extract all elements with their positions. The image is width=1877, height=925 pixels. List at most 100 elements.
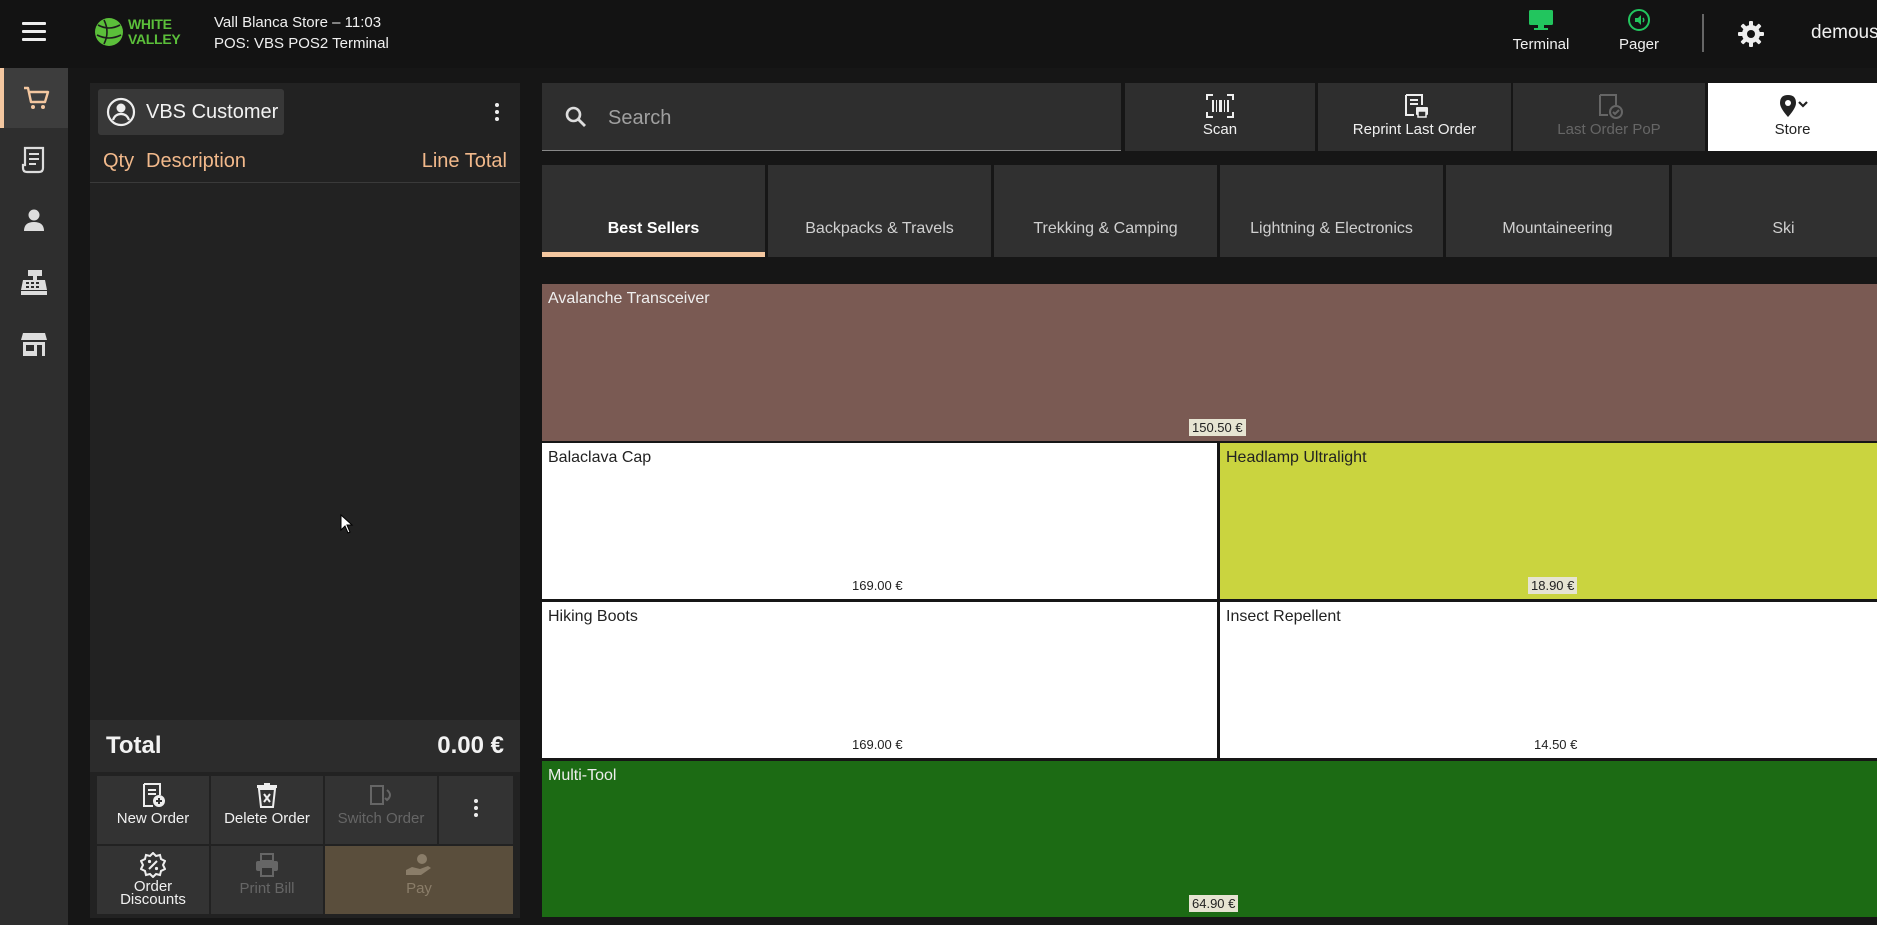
product-name: Balaclava Cap	[548, 449, 652, 466]
customer-name: VBS Customer	[146, 100, 279, 123]
product-price: 169.00 €	[852, 578, 903, 593]
pos-line: POS: VBS POS2 Terminal	[214, 35, 389, 52]
order-discounts-label-line2: Discounts	[120, 891, 186, 908]
customer-button[interactable]: VBS Customer	[98, 89, 284, 135]
delete-order-button[interactable]: Delete Order	[211, 776, 323, 844]
reprint-last-order-label: Reprint Last Order	[1352, 121, 1477, 138]
more-vertical-icon	[474, 799, 478, 820]
cash-register-icon	[21, 270, 47, 295]
product-price: 18.90 €	[1528, 577, 1578, 594]
order-discounts-button[interactable]: Order Discounts	[97, 846, 209, 914]
white-valley-logo: WHITE VALLEY	[94, 15, 194, 51]
terminal-button[interactable]: Terminal	[1508, 8, 1574, 58]
cart-icon	[24, 86, 50, 109]
store-line: Vall Blanca Store – 11:03	[214, 14, 382, 31]
new-order-button[interactable]: New Order	[97, 776, 209, 844]
total-bar: Total 0.00 €	[90, 720, 520, 772]
tab-label: Best Sellers	[607, 220, 700, 237]
tab-backpacks-travels[interactable]: Backpacks & Travels	[768, 165, 991, 257]
print-bill-label: Print Bill	[239, 880, 295, 897]
pager-button[interactable]: Pager	[1614, 8, 1664, 58]
gear-icon	[1738, 21, 1764, 47]
order-options-more-icon[interactable]	[495, 103, 499, 124]
trash-icon	[257, 783, 277, 808]
print-bill-button[interactable]: Print Bill	[211, 846, 323, 914]
nav-item-cash-management[interactable]	[0, 252, 68, 312]
product-tile-headlamp-ultralight[interactable]: Headlamp Ultralight 18.90 €	[1220, 443, 1877, 599]
tab-label: Ski	[1772, 220, 1795, 237]
product-tile-balaclava-cap[interactable]: Balaclava Cap 169.00 €	[542, 443, 1217, 599]
switch-order-icon	[370, 785, 391, 805]
tab-trekking-camping[interactable]: Trekking & Camping	[994, 165, 1217, 257]
logo-text-white: WHITE	[128, 16, 172, 32]
nav-item-receipts[interactable]	[0, 130, 68, 190]
monitor-icon	[1529, 10, 1553, 30]
column-header-description: Description	[146, 150, 247, 172]
scan-button[interactable]: Scan	[1125, 83, 1315, 151]
left-nav	[0, 68, 68, 925]
tab-lightning-electronics[interactable]: Lightning & Electronics	[1220, 165, 1443, 257]
delete-order-label: Delete Order	[224, 810, 310, 827]
store-icon	[21, 333, 47, 356]
printer-icon	[256, 853, 278, 877]
barcode-scan-icon	[1206, 94, 1234, 118]
tab-label: Trekking & Camping	[1033, 220, 1178, 237]
discount-badge-icon	[140, 852, 166, 878]
product-price: 14.50 €	[1534, 737, 1578, 752]
store-location-button[interactable]: Store	[1708, 83, 1877, 151]
pager-label: Pager	[1618, 36, 1660, 53]
product-tile-hiking-boots[interactable]: Hiking Boots 169.00 €	[542, 602, 1217, 758]
store-info: Vall Blanca Store – 11:03 POS: VBS POS2 …	[214, 12, 389, 54]
person-icon	[24, 209, 44, 231]
store-label: Store	[1774, 121, 1811, 138]
pager-icon	[1628, 9, 1650, 31]
column-header-qty: Qty	[103, 150, 135, 172]
tab-label: Mountaineering	[1502, 220, 1613, 237]
total-value: 0.00 €	[437, 732, 504, 759]
product-tile-avalanche-transceiver[interactable]: Avalanche Transceiver 150.50 €	[542, 284, 1877, 441]
settings-button[interactable]	[1737, 20, 1765, 53]
switch-order-button[interactable]: Switch Order	[325, 776, 437, 844]
tab-best-sellers[interactable]: Best Sellers	[542, 165, 765, 257]
column-header-line-total: Line Total	[421, 150, 507, 172]
last-order-pop-button[interactable]: Last Order PoP	[1513, 83, 1705, 151]
user-name[interactable]: demouser	[1811, 22, 1877, 44]
product-price: 169.00 €	[852, 737, 903, 752]
more-actions-button[interactable]	[439, 776, 513, 844]
last-order-pop-label: Last Order PoP	[1557, 121, 1661, 138]
nav-item-cart[interactable]	[0, 68, 68, 128]
product-name: Headlamp Ultralight	[1226, 449, 1367, 466]
terminal-label: Terminal	[1512, 36, 1570, 53]
order-lines-list	[90, 184, 520, 719]
switch-order-label: Switch Order	[337, 810, 425, 827]
account-circle-icon	[106, 97, 136, 127]
mouse-cursor-icon	[340, 514, 354, 534]
product-name: Insect Repellent	[1226, 608, 1341, 625]
search-input[interactable]	[608, 103, 1088, 133]
top-bar: WHITE VALLEY Vall Blanca Store – 11:03 P…	[0, 0, 1877, 68]
search-field[interactable]	[542, 83, 1121, 151]
product-price: 150.50 €	[1189, 419, 1246, 436]
order-lines-header: Qty Description Line Total	[90, 137, 520, 183]
hamburger-menu-icon[interactable]	[22, 22, 46, 42]
search-icon	[565, 106, 586, 127]
receipt-check-icon	[1599, 94, 1623, 119]
active-tab-indicator	[542, 252, 765, 257]
order-panel: VBS Customer Qty Description Line Total …	[90, 83, 520, 918]
tab-label: Lightning & Electronics	[1250, 220, 1413, 237]
reprint-icon	[1404, 94, 1428, 118]
tab-ski[interactable]: Ski	[1672, 165, 1877, 257]
product-tile-insect-repellent[interactable]: Insect Repellent 14.50 €	[1220, 602, 1877, 758]
reprint-last-order-button[interactable]: Reprint Last Order	[1318, 83, 1511, 151]
logo-text-valley: VALLEY	[128, 31, 181, 47]
nav-item-customers[interactable]	[0, 190, 68, 250]
header-divider	[1702, 14, 1704, 52]
nav-item-store[interactable]	[0, 314, 68, 374]
tab-mountaineering[interactable]: Mountaineering	[1446, 165, 1669, 257]
pay-label: Pay	[406, 880, 432, 897]
product-price: 64.90 €	[1189, 895, 1239, 912]
product-tile-multi-tool[interactable]: Multi-Tool 64.90 €	[542, 761, 1877, 917]
scan-label: Scan	[1202, 121, 1238, 138]
pay-button[interactable]: Pay	[325, 846, 513, 914]
product-name: Hiking Boots	[548, 608, 638, 625]
